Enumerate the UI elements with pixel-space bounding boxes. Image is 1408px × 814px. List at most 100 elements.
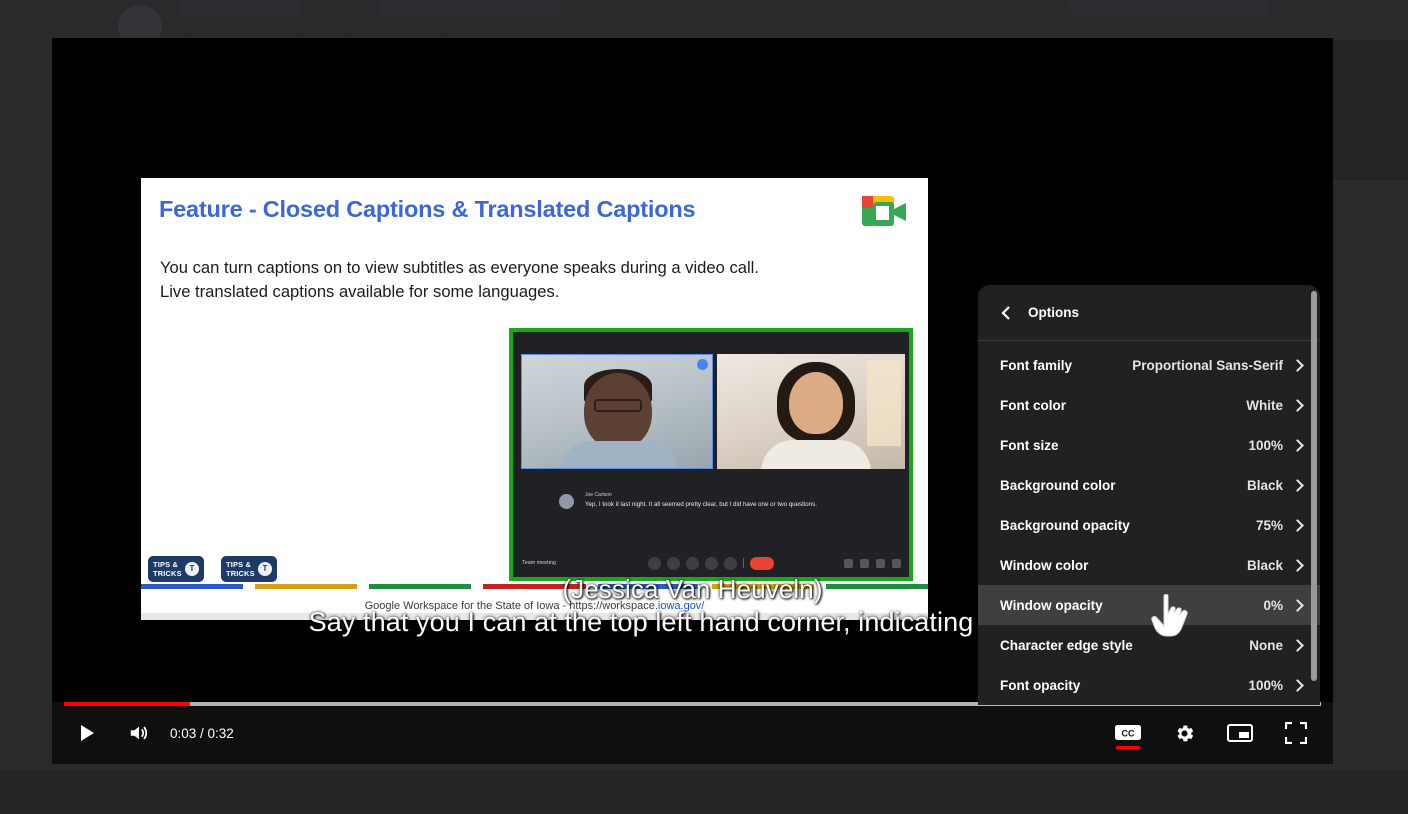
meet-present-icon [724,556,737,570]
options-row-value: Proportional Sans-Serif [1132,357,1283,373]
colorbar-segment [825,584,928,589]
cc-active-indicator [1116,746,1140,749]
meet-live-caption: Joe Carlson Yep, I took it last night. I… [559,492,835,509]
google-meet-logo [862,196,906,226]
options-row-background-color[interactable]: Background color Black [978,465,1320,505]
options-row-value-group: Proportional Sans-Serif [1132,358,1302,373]
slide-footnote-link[interactable]: iowa.gov/ [658,600,704,612]
options-row-window-opacity[interactable]: Window opacity 0% [978,585,1320,625]
options-row-value: 100% [1248,437,1283,453]
back-chevron-icon[interactable] [1000,305,1014,320]
chevron-right-icon [1293,521,1302,530]
chevron-right-icon [1293,441,1302,450]
colorbar-segment [141,584,244,589]
panel-scrollbar[interactable] [1311,291,1317,681]
tips-and-tricks-badge: TIPS & TRICKS T [221,556,277,582]
tips-badge-icon: T [185,562,199,576]
volume-button[interactable] [124,718,154,748]
presentation-slide: Feature - Closed Captions & Translated C… [141,178,928,620]
slide-footnote-text: Google Workspace for the State of Iowa -… [364,600,658,612]
options-row-value-group: 0% [1263,598,1302,613]
options-row-value: Black [1246,477,1283,493]
options-row-value: White [1246,397,1283,413]
options-row-label: Window opacity [1000,597,1103,613]
slide-body-line-1: You can turn captions on to view subtitl… [160,258,759,277]
options-row-value: Black [1246,557,1283,573]
play-button[interactable] [72,718,102,748]
options-row-label: Background color [1000,477,1116,493]
meet-secondary-buttons [844,558,901,568]
player-controls[interactable]: 0:03 / 0:32 CC [52,702,1333,764]
chevron-right-icon [1293,641,1302,650]
options-row-label: Font size [1000,437,1059,453]
colorbar-segment [255,584,358,589]
language-gear-icon: ⚙ [873,462,878,468]
meet-chat-icon [876,558,885,568]
meet-hangup-icon [750,556,774,570]
participant-badge-icon [697,359,708,370]
options-row-value-group: 100% [1248,438,1302,453]
meet-camera-icon [667,556,680,570]
background-card [1070,0,1270,16]
caption-speech-text: Yep, I took it last night. It all seemed… [585,501,817,508]
tips-badge-icon: T [258,562,272,576]
options-row-label: Font opacity [1000,677,1081,693]
options-row-label: Font color [1000,397,1066,413]
chevron-right-icon [1293,561,1302,570]
caption-speaker-name: Joe Carlson [585,492,612,498]
meet-control-buttons [648,556,774,570]
chevron-right-icon [1293,681,1302,690]
colorbar-segment [711,584,814,589]
meet-activities-icon [892,558,901,568]
settings-gear-button[interactable] [1169,718,1199,748]
options-row-label: Window color [1000,557,1089,573]
slide-title: Feature - Closed Captions & Translated C… [159,196,696,222]
slide-body: You can turn captions on to view subtitl… [160,256,890,304]
colorbar-segment [483,584,586,589]
options-row-value-group: Black [1247,558,1302,573]
options-row-window-color[interactable]: Window color Black [978,545,1320,585]
miniplayer-button[interactable] [1225,718,1255,748]
options-row-font-size[interactable]: Font size 100% [978,425,1320,465]
options-row-font-opacity[interactable]: Font opacity 100% [978,665,1320,705]
background-card [180,0,300,16]
fullscreen-button[interactable] [1281,718,1311,748]
options-row-value-group: Black [1247,478,1302,493]
captions-options-panel[interactable]: Options Font family Proportional Sans-Ser… [978,285,1320,705]
meet-language-label: English [880,462,897,468]
slide-footnote: Google Workspace for the State of Iowa -… [141,600,928,612]
background-strip [0,770,1408,814]
meet-language-indicator: ⚙ English [873,462,897,468]
meet-divider [743,558,744,568]
options-row-value-group: 75% [1256,518,1302,533]
options-row-font-color[interactable]: Font color White [978,385,1320,425]
options-row-background-opacity[interactable]: Background opacity 75% [978,505,1320,545]
options-row-value: 100% [1248,677,1283,693]
options-panel-header[interactable]: Options [978,285,1320,341]
meet-captions-icon [686,556,699,570]
options-row-character-edge-style[interactable]: Character edge style None [978,625,1320,665]
meet-hand-icon [705,556,718,570]
options-row-value: None [1249,637,1283,653]
participant-tile [717,354,905,469]
options-row-label: Character edge style [1000,637,1133,653]
slide-body-line-2: Live translated captions available for s… [160,282,560,302]
controls-left-group: 0:03 / 0:32 [72,718,234,748]
slide-color-bar [141,584,928,589]
caption-avatar [559,494,574,509]
chevron-right-icon [1293,361,1302,370]
controls-right-group: CC [1113,718,1311,749]
options-row-font-family[interactable]: Font family Proportional Sans-Serif [978,345,1320,385]
background-card [380,0,560,16]
chevron-right-icon [1293,601,1302,610]
meet-screenshot: ⚙ English Joe Carlson Yep, I took it las… [509,328,913,581]
options-row-value-group: White [1246,398,1302,413]
chevron-right-icon [1293,481,1302,490]
options-row-value-group: None [1249,638,1302,653]
meet-info-icon [844,558,853,568]
colorbar-segment [369,584,472,589]
options-list: Font family Proportional Sans-Serif Font c… [978,341,1320,705]
slide-bottom-bar [141,613,928,620]
closed-captions-button[interactable]: CC [1113,718,1143,749]
meet-mic-icon [648,556,661,570]
